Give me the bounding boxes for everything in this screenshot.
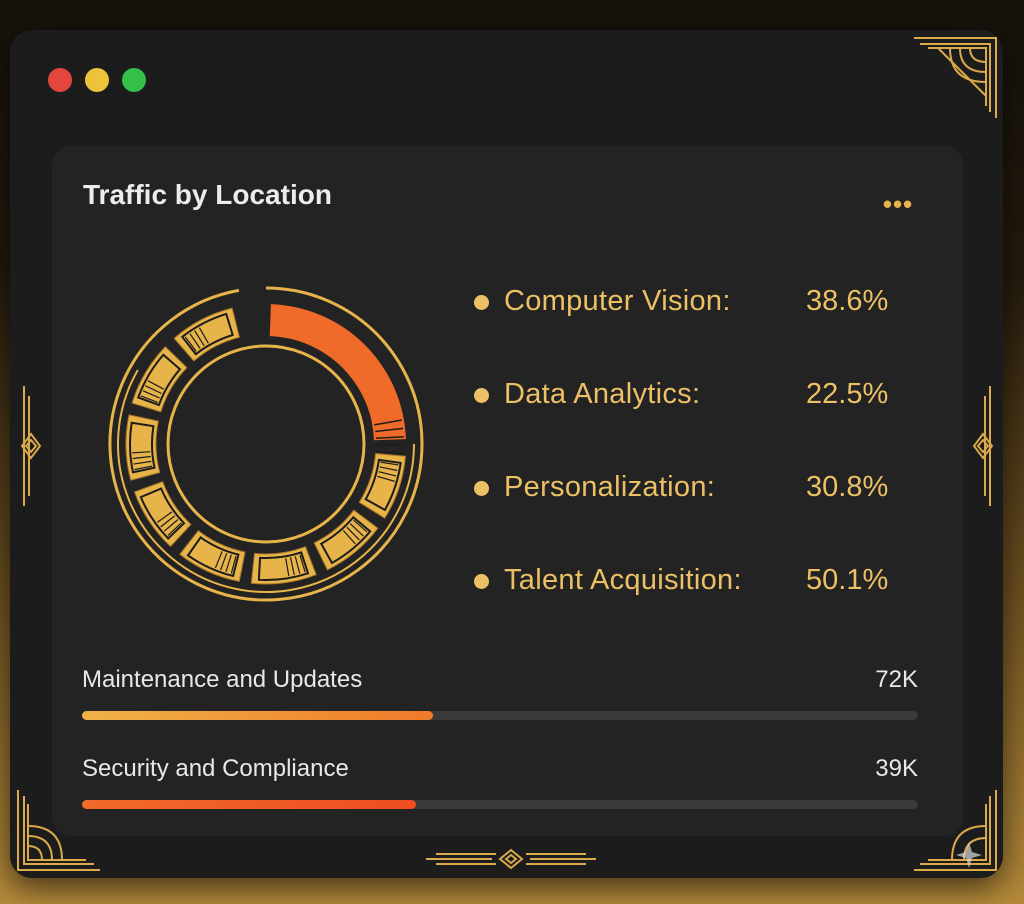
sparkle-icon xyxy=(956,842,982,868)
legend-value: 38.6% xyxy=(806,285,889,317)
progress-fill xyxy=(82,800,417,809)
progress-value: 39K xyxy=(875,755,918,782)
card-title: Traffic by Location xyxy=(83,179,332,210)
progress-track xyxy=(82,711,918,720)
legend-value: 30.8% xyxy=(806,471,889,503)
legend-label: Talent Acquisition: xyxy=(504,564,742,596)
side-ornament-right xyxy=(972,386,994,506)
minimize-window-button[interactable] xyxy=(85,68,109,92)
legend-bullet xyxy=(474,481,489,496)
legend-item-talent-acquisition: Talent Acquisition: 50.1% xyxy=(474,560,914,600)
legend-label: Personalization: xyxy=(504,471,716,503)
legend-label: Data Analytics: xyxy=(504,378,701,410)
legend-item-data-analytics: Data Analytics: 22.5% xyxy=(474,374,914,414)
donut-chart xyxy=(108,286,424,602)
legend-item-computer-vision: Computer Vision: 38.6% xyxy=(474,281,914,321)
legend-bullet xyxy=(474,388,489,403)
app-window: Traffic by Location ••• Computer Vision:… xyxy=(10,30,1003,878)
legend-value: 22.5% xyxy=(806,378,889,410)
progress-label: Security and Compliance xyxy=(82,755,349,782)
more-options-button[interactable]: ••• xyxy=(878,190,918,218)
side-ornament-left xyxy=(20,386,42,506)
donut-highlight-stripe xyxy=(375,450,404,455)
legend-label: Computer Vision: xyxy=(504,285,731,317)
maximize-window-button[interactable] xyxy=(122,68,146,92)
bottom-center-ornament xyxy=(426,848,596,870)
legend-bullet xyxy=(474,574,489,589)
donut-outer-ring xyxy=(108,286,424,602)
donut-inner-ring xyxy=(166,344,366,544)
more-horizontal-icon: ••• xyxy=(882,189,914,219)
progress-track xyxy=(82,800,918,809)
progress-value: 72K xyxy=(875,666,918,693)
close-window-button[interactable] xyxy=(48,68,72,92)
legend-value: 50.1% xyxy=(806,564,889,596)
legend-bullet xyxy=(474,295,489,310)
progress-label: Maintenance and Updates xyxy=(82,666,363,693)
legend-item-personalization: Personalization: 30.8% xyxy=(474,467,914,507)
donut-highlight-segment xyxy=(269,304,406,441)
corner-ornament-top-right xyxy=(914,37,997,118)
traffic-card: Traffic by Location ••• Computer Vision:… xyxy=(52,146,963,836)
progress-fill xyxy=(82,711,434,720)
